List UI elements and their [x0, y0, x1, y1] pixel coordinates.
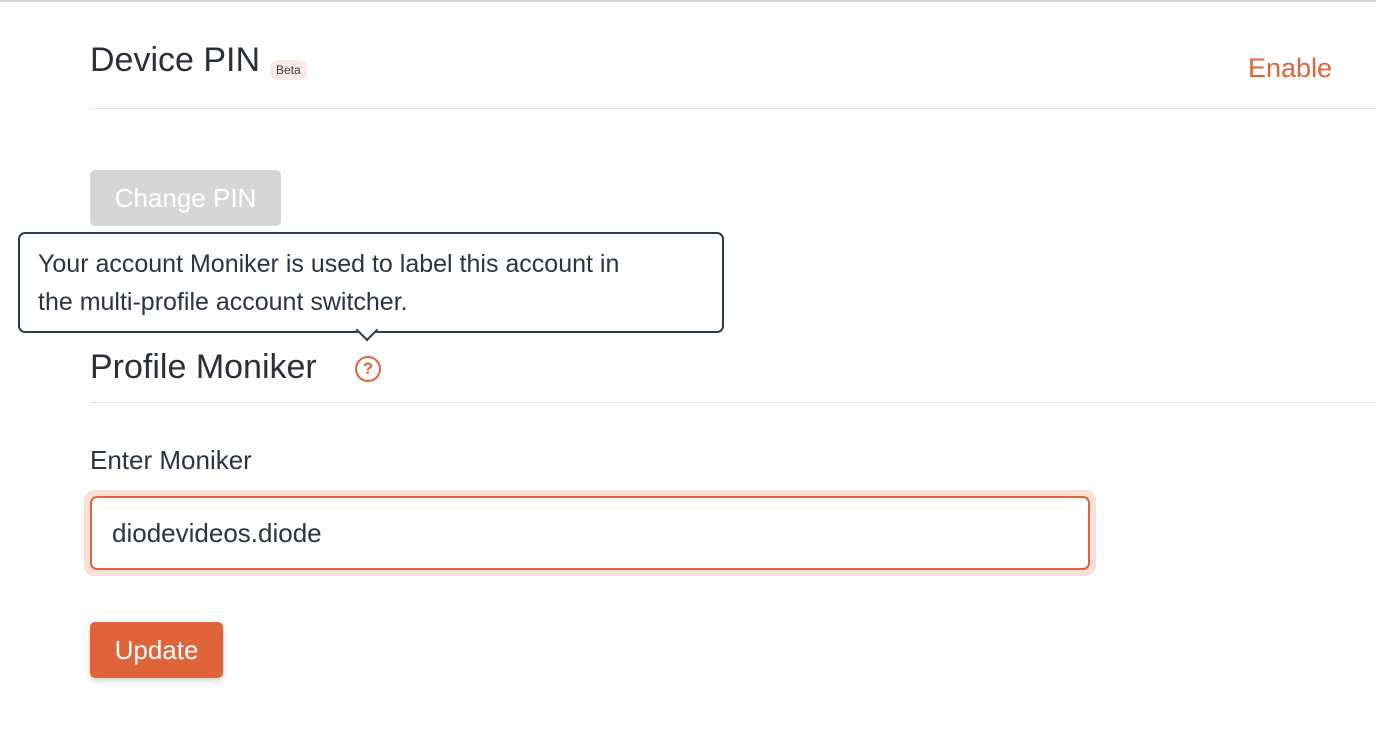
device-pin-divider — [90, 108, 1376, 109]
moniker-tooltip: Your account Moniker is used to label th… — [18, 232, 724, 333]
tooltip-line-1: Your account Moniker is used to label th… — [38, 250, 620, 278]
beta-badge: Beta — [270, 60, 307, 80]
profile-moniker-title: Profile Moniker — [90, 348, 317, 386]
moniker-input[interactable] — [90, 496, 1090, 570]
tooltip-line-2: the multi-profile account switcher. — [38, 288, 408, 316]
question-circle-icon[interactable]: ? — [355, 356, 381, 382]
top-border — [0, 0, 1376, 2]
device-pin-title: Device PIN — [90, 41, 261, 79]
enable-link[interactable]: Enable — [1248, 50, 1332, 86]
change-pin-button[interactable]: Change PIN — [90, 170, 281, 226]
update-button[interactable]: Update — [90, 622, 223, 678]
profile-moniker-divider — [90, 402, 1376, 403]
moniker-field-label: Enter Moniker — [90, 445, 252, 475]
